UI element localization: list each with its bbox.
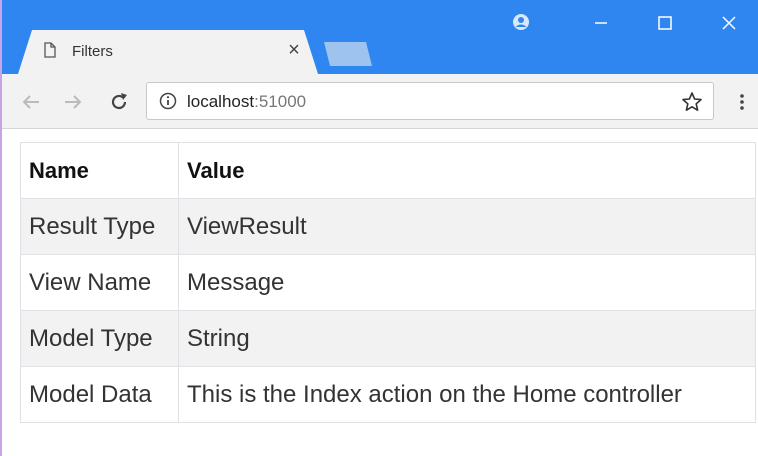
maximize-icon[interactable]	[650, 8, 680, 38]
table-row: Model Data This is the Index action on t…	[20, 366, 756, 423]
page-content: Name Value Result Type ViewResult View N…	[20, 142, 756, 423]
star-icon[interactable]	[681, 91, 703, 113]
url-port: :51000	[254, 92, 307, 111]
table-row: Model Type String	[20, 310, 756, 367]
info-icon[interactable]	[159, 92, 177, 110]
close-icon[interactable]	[714, 8, 744, 38]
reload-icon[interactable]	[108, 91, 130, 113]
cell-value: This is the Index action on the Home con…	[178, 366, 756, 423]
column-header-value: Value	[178, 142, 756, 199]
minimize-icon[interactable]	[586, 8, 616, 38]
tab-filters[interactable]	[18, 30, 318, 74]
cell-name: Model Type	[20, 310, 179, 367]
title-bar: Filters ×	[2, 0, 758, 74]
column-header-name: Name	[20, 142, 179, 199]
table-row: Result Type ViewResult	[20, 198, 756, 255]
url-host: localhost	[187, 92, 255, 111]
table-row: View Name Message	[20, 254, 756, 311]
document-icon	[44, 42, 56, 58]
cell-name: Result Type	[20, 198, 179, 255]
cell-value: ViewResult	[178, 198, 756, 255]
browser-window: Filters × localhost:51000 Name Value Res…	[0, 0, 758, 456]
address-bar[interactable]: localhost:51000	[146, 82, 714, 120]
cell-name: Model Data	[20, 366, 179, 423]
cell-value: Message	[178, 254, 756, 311]
more-vert-icon[interactable]	[732, 92, 752, 112]
tab-title: Filters	[72, 43, 113, 60]
browser-toolbar: localhost:51000	[2, 74, 758, 129]
data-table: Name Value Result Type ViewResult View N…	[20, 142, 756, 423]
tab-close-button[interactable]: ×	[284, 40, 304, 60]
url-text[interactable]: localhost:51000	[187, 92, 306, 112]
profile-icon[interactable]	[512, 13, 530, 31]
forward-arrow-icon[interactable]	[62, 91, 84, 113]
cell-value: String	[178, 310, 756, 367]
cell-name: View Name	[20, 254, 179, 311]
back-arrow-icon[interactable]	[20, 91, 42, 113]
new-tab-button[interactable]	[324, 42, 372, 66]
table-header-row: Name Value	[20, 142, 756, 199]
